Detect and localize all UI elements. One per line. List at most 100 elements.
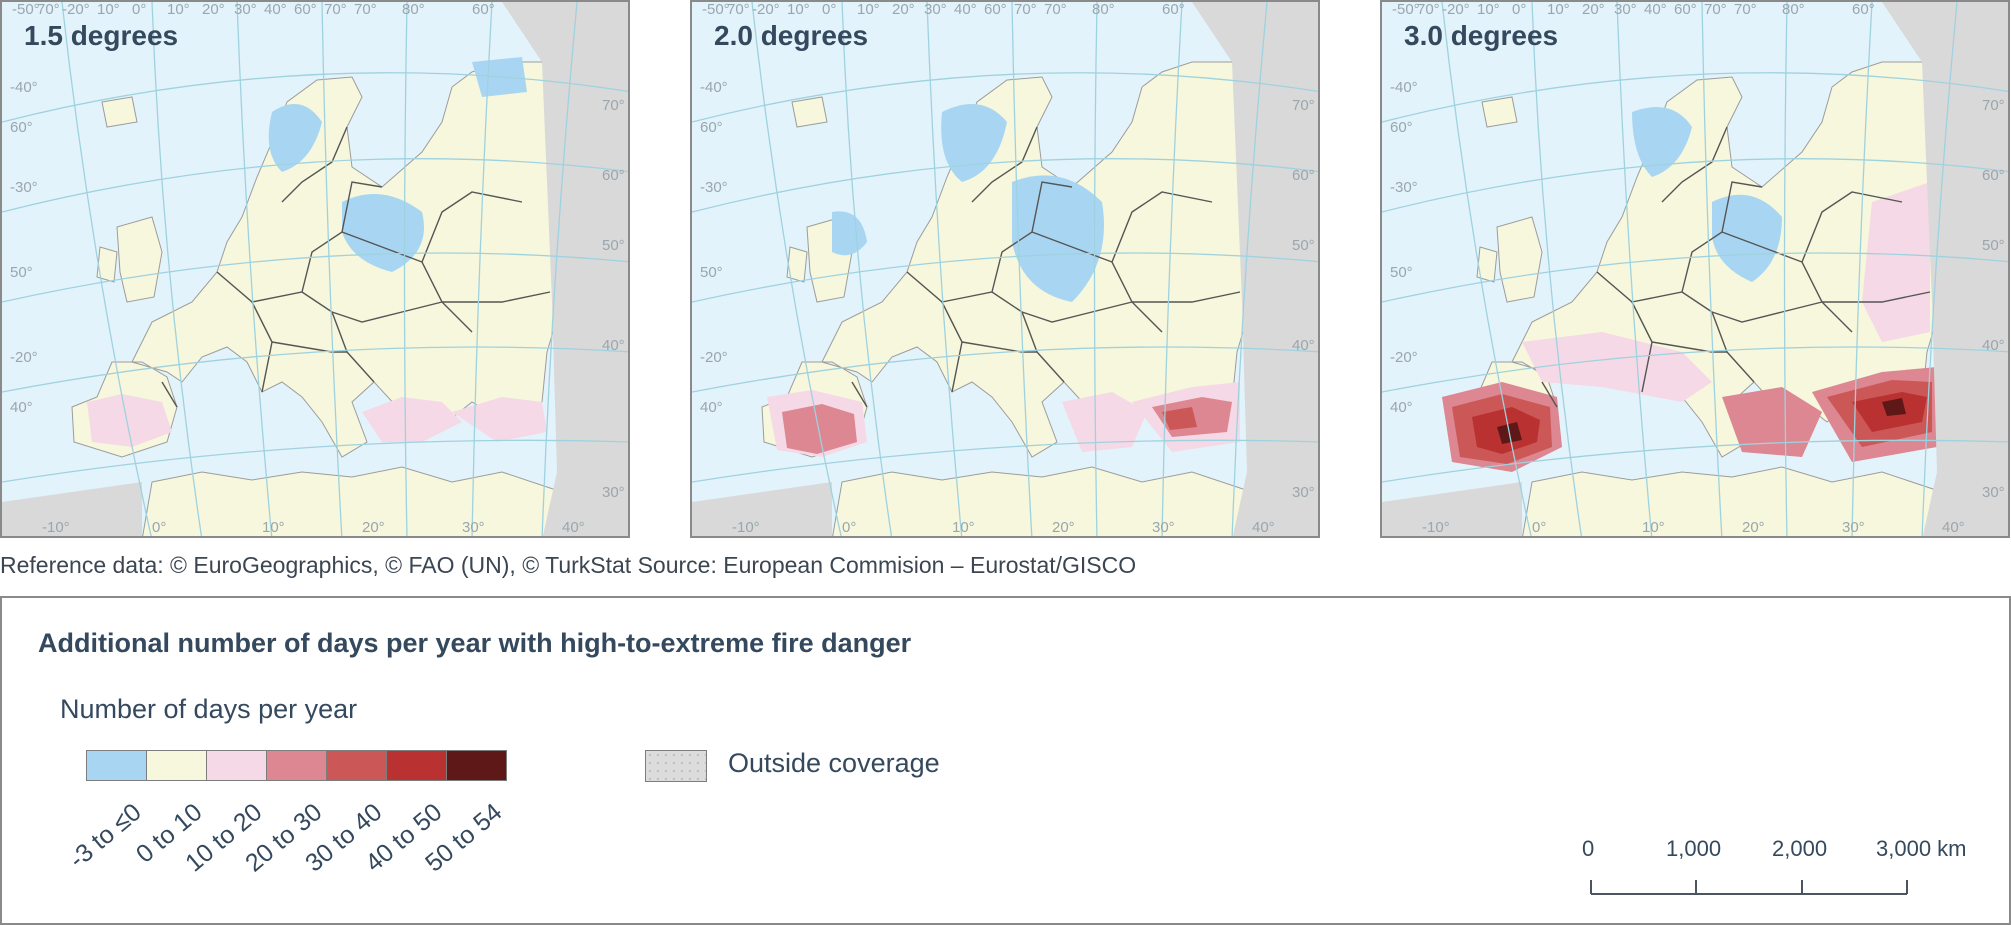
graticule-label: 40° [1644,2,1667,18]
panel-title: 3.0 degrees [1404,20,1559,51]
graticule-label: 0° [152,519,166,536]
graticule-label: -50° [1392,2,1420,18]
graticule-label: 40° [264,2,287,18]
graticule-label: 0° [132,2,146,18]
graticule-label: 60° [472,2,495,18]
graticule-label: -30° [700,179,728,196]
graticule-label: 60° [10,119,33,136]
graticule-label: -20° [1442,2,1470,18]
legend: Additional number of days per year with … [0,596,2011,925]
graticule-label: 10° [97,2,120,18]
graticule-label: 70° [1292,97,1315,114]
graticule-label: 60° [294,2,317,18]
scale-label: 1,000 [1666,836,1722,861]
graticule-label: 70° [727,2,750,18]
graticule-label: 10° [167,2,190,18]
east-10-20 [1862,182,1930,342]
legend-swatch [386,750,447,781]
graticule-label: 60° [1390,119,1413,136]
graticule-label: -20° [752,2,780,18]
graticule-label: 80° [1092,2,1115,18]
graticule-label: 70° [1704,2,1727,18]
graticule-label: 20° [1742,519,1765,536]
legend-class-label: -3 to ≤0 [64,798,147,874]
graticule-label: -10° [1422,519,1450,536]
graticule-label: 30° [602,484,625,501]
graticule-label: 10° [262,519,285,536]
graticule-label: 70° [37,2,60,18]
map-panel-2-0: 2.0 degrees -50° 70° -20° 10° 0° 10° 20° 30° 40°… [690,0,1320,538]
panel-title: 1.5 degrees [24,20,179,51]
map-panel-3-0: 3.0 degrees -50° 70° -20° 10° 0° 10° 20° 30° 40°… [1380,0,2010,538]
graticule-label: 40° [602,337,625,354]
graticule-label: -20° [700,349,728,366]
graticule-label: 60° [1674,2,1697,18]
graticule-label: -20° [1390,349,1418,366]
graticule-label: -30° [10,179,38,196]
graticule-label: 20° [1582,2,1605,18]
map-panel-1-5: 1.5 degrees -50° 70° -20° 10° 0° 10° 20° 30° 40°… [0,0,630,538]
graticule-label: -40° [700,79,728,96]
panel-title: 2.0 degrees [714,20,869,51]
legend-swatch [266,750,327,781]
graticule-label: 40° [1292,337,1315,354]
graticule-label: 80° [402,2,425,18]
scale-label: 0 [1582,836,1595,861]
legend-swatches [86,750,507,781]
graticule-label: 40° [1942,519,1965,536]
graticule-label: -10° [42,519,70,536]
graticule-label: 80° [1782,2,1805,18]
graticule-label: -20° [62,2,90,18]
graticule-label: -40° [10,79,38,96]
graticule-label: 70° [1014,2,1037,18]
graticule-label: 30° [1614,2,1637,18]
legend-subtitle: Number of days per year [60,694,358,724]
graticule-label: 70° [602,97,625,114]
graticule-label: 70° [1417,2,1440,18]
graticule-label: 0° [1532,519,1546,536]
graticule-label: 10° [857,2,880,18]
graticule-label: 40° [954,2,977,18]
scale-bar: 0 1,000 2,000 3,000 km [1582,836,1982,916]
graticule-label: 40° [1982,337,2005,354]
graticule-label: 10° [787,2,810,18]
legend-title: Additional number of days per year with … [38,628,912,658]
graticule-label: 30° [1152,519,1175,536]
graticule-label: 10° [1547,2,1570,18]
graticule-label: 0° [842,519,856,536]
outside-coverage-swatch [645,750,707,782]
graticule-label: 70° [324,2,347,18]
graticule-label: 10° [952,519,975,536]
graticule-label: 10° [1477,2,1500,18]
graticule-label: 50° [10,264,33,281]
graticule-label: 60° [602,167,625,184]
graticule-label: 20° [1052,519,1075,536]
graticule-label: -40° [1390,79,1418,96]
graticule-label: 70° [1734,2,1757,18]
graticule-label: 40° [562,519,585,536]
graticule-label: 20° [202,2,225,18]
graticule-label: 70° [354,2,377,18]
graticule-label: 50° [602,237,625,254]
map-2-0-degrees: -50°70° -20° 10° 0° 10° 20° 30° 40° 60° 70° 70° 80°… [692,2,1318,536]
graticule-label: 60° [1162,2,1185,18]
graticule-label: 60° [984,2,1007,18]
outside-coverage-label: Outside coverage [728,748,940,778]
legend-swatch [446,750,507,781]
scale-bar-line [1590,880,1908,895]
graticule-label: 60° [1292,167,1315,184]
graticule-label: 0° [1512,2,1526,18]
source-attribution: Reference data: © EuroGeographics, © FAO… [0,552,1137,578]
scale-label: 2,000 [1772,836,1828,861]
graticule-label: 50° [700,264,723,281]
graticule-label: 30° [924,2,947,18]
graticule-label: 10° [1642,519,1665,536]
graticule-label: 30° [234,2,257,18]
legend-swatch [206,750,267,781]
graticule-label: -20° [10,349,38,366]
graticule-label: -30° [1390,179,1418,196]
graticule-label: 60° [1982,167,2005,184]
graticule-label: 30° [462,519,485,536]
graticule-label: 50° [1982,237,2005,254]
graticule-label: 70° [1044,2,1067,18]
